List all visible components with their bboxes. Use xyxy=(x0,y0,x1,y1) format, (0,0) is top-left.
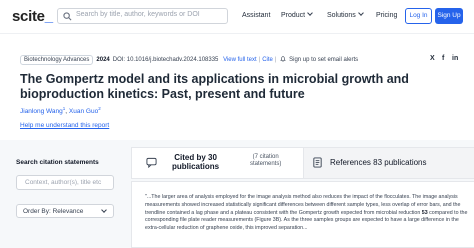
paper-year: 2024 xyxy=(96,57,110,63)
quote-bubble-icon xyxy=(146,157,157,168)
scite-logo[interactable]: scite_ xyxy=(12,8,53,25)
top-navbar: scite_ Search by title, author, keywords… xyxy=(0,0,474,33)
citation-search-input[interactable]: Context, author(s), title etc xyxy=(16,175,114,190)
nav-pricing[interactable]: Pricing xyxy=(376,12,397,19)
nav-product[interactable]: Product xyxy=(281,10,313,19)
order-by-select[interactable]: Order By: Relevance xyxy=(16,204,114,218)
references-label: References 83 publications xyxy=(330,158,427,167)
bell-icon xyxy=(280,56,286,62)
cite-link[interactable]: Cite xyxy=(262,57,273,63)
author-list: Jianlong Wang1, Xuan Guo2 xyxy=(20,106,101,116)
login-button[interactable]: Log In xyxy=(405,8,432,24)
nav-solutions[interactable]: Solutions xyxy=(327,10,364,19)
paper-title: The Gompertz model and its applications … xyxy=(20,72,409,101)
search-placeholder: Search by title, author, keywords or DOI xyxy=(76,11,200,18)
chevron-down-icon xyxy=(101,207,107,213)
journal-badge[interactable]: Biotechnology Advances xyxy=(20,55,94,65)
view-full-text-link[interactable]: View full text xyxy=(223,57,257,63)
citation-tabs: Cited by 30 publications (7 citation state… xyxy=(131,147,474,179)
x-share-icon[interactable]: X xyxy=(430,55,435,62)
document-list-icon xyxy=(313,157,322,168)
citation-snippet-text: "...The larger area of analysis employed… xyxy=(145,194,468,232)
paper-doi: DOI: 10.1016/j.biotechadv.2024.108335 xyxy=(112,57,219,63)
search-icon xyxy=(63,12,72,21)
tab-references[interactable]: References 83 publications xyxy=(304,148,474,178)
author-link[interactable]: Jianlong Wang xyxy=(20,108,63,115)
author-link[interactable]: Xuan Guo xyxy=(69,108,98,115)
email-alerts-link[interactable]: Sign up to set email alerts xyxy=(289,57,358,63)
linkedin-share-icon[interactable]: in xyxy=(452,55,458,62)
nav-assistant[interactable]: Assistant xyxy=(242,12,270,19)
chevron-down-icon xyxy=(357,10,364,16)
paper-meta: Biotechnology Advances 2024 DOI: 10.1016/j… xyxy=(20,55,358,65)
search-input[interactable]: Search by title, author, keywords or DOI xyxy=(57,8,228,24)
tab-cited-by[interactable]: Cited by 30 publications (7 citation state… xyxy=(132,148,304,178)
citation-search-placeholder: Context, author(s), title etc xyxy=(25,179,102,186)
facebook-share-icon[interactable]: f xyxy=(442,55,444,62)
citation-statements-count: (7 citation statements) xyxy=(250,154,282,167)
sidebar-title: Search citation statements xyxy=(16,159,99,166)
cited-by-label: Cited by 30 publications xyxy=(172,153,220,171)
help-understand-link[interactable]: Help me understand this report xyxy=(20,122,109,129)
citation-snippet-card: "...The larger area of analysis employed… xyxy=(131,181,474,248)
signup-button[interactable]: Sign Up xyxy=(435,8,463,24)
chevron-down-icon xyxy=(307,10,313,16)
